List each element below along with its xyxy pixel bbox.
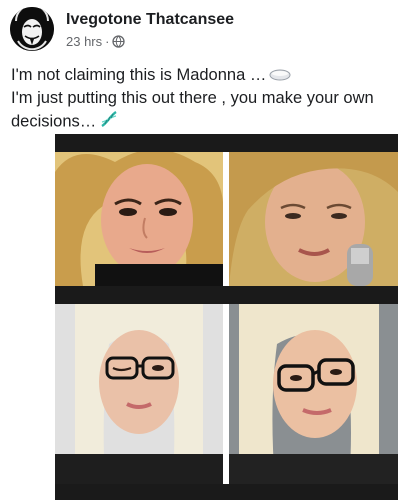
photo-bottom-left[interactable] bbox=[55, 304, 223, 484]
post-header: Ivegotone Thatcansee 23 hrs · bbox=[10, 7, 390, 51]
post-text-line-1-text: I'm not claiming this is Madonna … bbox=[11, 66, 267, 84]
grid-top-strip bbox=[55, 134, 398, 152]
photo-top-left[interactable] bbox=[55, 152, 223, 286]
photo-grid[interactable] bbox=[55, 134, 398, 500]
post-text-line-1: I'm not claiming this is Madonna … bbox=[11, 64, 391, 87]
grid-bottom-strip bbox=[55, 484, 398, 500]
post-time[interactable]: 23 hrs bbox=[66, 34, 102, 49]
photo-top-right[interactable] bbox=[229, 152, 398, 286]
avatar[interactable] bbox=[10, 7, 54, 51]
mask-logo-icon bbox=[10, 7, 54, 51]
grid-middle-strip bbox=[55, 286, 398, 304]
photo-bottom-right[interactable] bbox=[229, 304, 398, 484]
post-text-line-2-text: I'm just putting this out there , you ma… bbox=[11, 88, 374, 130]
post-text-line-2: I'm just putting this out there , you ma… bbox=[11, 87, 391, 135]
pill-icon bbox=[269, 65, 291, 87]
post-meta: 23 hrs · bbox=[66, 34, 126, 49]
globe-icon bbox=[112, 35, 126, 48]
dna-icon bbox=[99, 109, 119, 135]
meta-separator: · bbox=[105, 34, 110, 49]
author-name[interactable]: Ivegotone Thatcansee bbox=[66, 11, 234, 29]
post-text: I'm not claiming this is Madonna … I'm j… bbox=[11, 64, 391, 135]
